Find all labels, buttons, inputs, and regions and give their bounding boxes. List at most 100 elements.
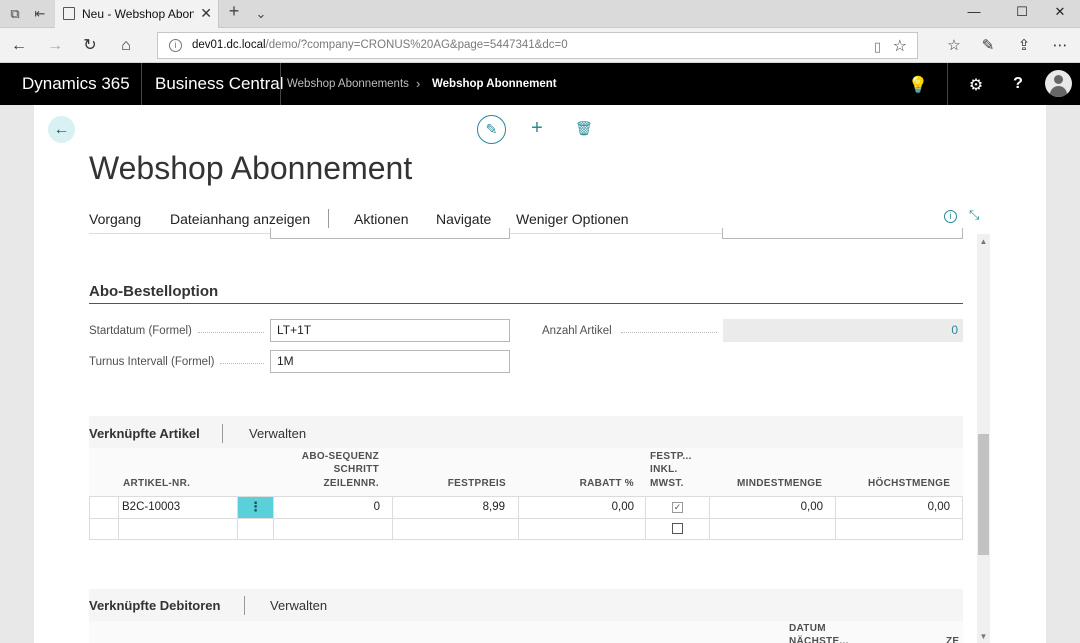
checkbox-inkl-mwst-empty[interactable] xyxy=(672,523,683,534)
header-divider xyxy=(280,63,281,105)
new-tab-icon[interactable]: + xyxy=(226,2,242,20)
cell-zeilennr[interactable]: 0 xyxy=(300,501,380,513)
cutoff-field[interactable] xyxy=(270,228,510,239)
browser-back-icon[interactable]: ← xyxy=(9,36,29,56)
col-hoechstmenge[interactable]: HÖCHSTMENGE xyxy=(868,477,950,490)
checkbox-inkl-mwst-checked[interactable]: ✓ xyxy=(672,502,683,513)
col-festpreis[interactable]: FESTPREIS xyxy=(430,477,506,490)
home-icon[interactable]: ⌂ xyxy=(116,36,136,56)
browser-address-row: ← → ↻ ⌂ i dev01.dc.local/demo/?company=C… xyxy=(0,28,1080,63)
help-icon[interactable]: ? xyxy=(1008,75,1028,93)
set-aside-tabs-icon[interactable]: ⇤ xyxy=(32,6,48,22)
favorites-hub-icon[interactable]: ☆ xyxy=(944,36,964,54)
debitoren-verwalten[interactable]: Verwalten xyxy=(270,598,327,613)
grid-vline xyxy=(645,496,646,540)
grid-vline xyxy=(518,496,519,540)
plus-icon[interactable]: + xyxy=(528,117,546,140)
section-title[interactable]: Abo-Bestelloption xyxy=(89,283,218,300)
minimize-icon[interactable]: — xyxy=(964,4,984,19)
collapse-icon[interactable]: ⤡ xyxy=(969,207,979,223)
settings-gear-icon[interactable]: ⚙ xyxy=(966,75,986,95)
anzahl-artikel-value[interactable]: 0 xyxy=(723,319,963,342)
cell-artikel-nr[interactable]: B2C-10003 xyxy=(122,501,180,513)
field-leader xyxy=(621,332,717,333)
trash-icon[interactable]: 🗑 xyxy=(575,120,593,137)
part-divider xyxy=(244,596,245,615)
cell-mindestmenge[interactable]: 0,00 xyxy=(740,501,823,513)
action-aktionen[interactable]: Aktionen xyxy=(354,211,408,227)
action-divider xyxy=(328,209,329,228)
module-name[interactable]: Business Central xyxy=(155,74,284,94)
action-navigate[interactable]: Navigate xyxy=(436,211,491,227)
artikel-part-header xyxy=(89,416,963,448)
action-weniger-optionen[interactable]: Weniger Optionen xyxy=(516,211,629,227)
row-menu-icon[interactable]: ⋮ xyxy=(238,497,273,518)
header-divider xyxy=(947,63,948,105)
col-festpreis-inkl-3: MWST. xyxy=(650,478,684,489)
col-artikel-nr[interactable]: ARTIKEL-NR. xyxy=(123,477,190,490)
col-datum[interactable]: DATUM xyxy=(789,622,826,635)
close-window-icon[interactable]: ✕ xyxy=(1050,4,1070,20)
breadcrumb-parent[interactable]: Webshop Abonnements xyxy=(287,78,409,90)
more-icon[interactable]: ⋯ xyxy=(1050,36,1070,54)
grid-vline xyxy=(273,496,274,540)
scroll-up-icon[interactable]: ▲ xyxy=(979,237,988,246)
browser-forward-icon[interactable]: → xyxy=(45,36,65,56)
scrollbar-thumb[interactable] xyxy=(978,434,989,555)
artikel-part-title[interactable]: Verknüpfte Artikel xyxy=(89,426,200,441)
tab-list-chevron-icon[interactable]: ⌄ xyxy=(253,6,269,22)
breadcrumb-chevron-icon: › xyxy=(416,76,421,91)
col-abo-sequenz[interactable]: ABO-SEQUENZ xyxy=(300,450,379,463)
action-vorgang[interactable]: Vorgang xyxy=(89,211,141,227)
startdatum-label: Startdatum (Formel) xyxy=(89,325,192,337)
col-datum-2: NÄCHSTE... xyxy=(789,636,849,643)
field-leader xyxy=(220,363,264,364)
cell-hoechstmenge[interactable]: 0,00 xyxy=(860,501,950,513)
browser-tab-bar: ⧉ ⇤ Neu - Webshop Abonne ✕ + ⌄ — ☐ ✕ xyxy=(0,0,1080,28)
cell-festpreis[interactable]: 8,99 xyxy=(420,501,505,513)
product-name[interactable]: Dynamics 365 xyxy=(22,74,130,94)
address-bar[interactable]: i dev01.dc.local/demo/?company=CRONUS%20… xyxy=(157,32,918,59)
grid-vline xyxy=(835,496,836,540)
pencil-icon[interactable]: ✎ xyxy=(477,115,506,144)
notes-pen-icon[interactable]: ✎ xyxy=(978,36,998,54)
site-info-icon[interactable]: i xyxy=(169,39,182,52)
col-festpreis-inkl[interactable]: FESTP... xyxy=(650,450,692,463)
user-avatar[interactable] xyxy=(1045,70,1072,97)
grid-line xyxy=(89,539,963,540)
turnus-field[interactable]: 1M xyxy=(270,350,510,373)
info-icon[interactable]: i xyxy=(944,210,957,223)
artikel-verwalten[interactable]: Verwalten xyxy=(249,426,306,441)
col-mindestmenge[interactable]: MINDESTMENGE xyxy=(737,477,822,490)
col-ze[interactable]: ZE xyxy=(946,635,959,643)
grid-vline xyxy=(118,496,119,540)
col-festpreis-inkl-2: INKL. xyxy=(650,464,678,475)
reading-view-icon[interactable]: ▯ xyxy=(874,39,881,55)
startdatum-field[interactable]: LT+1T xyxy=(270,319,510,342)
scroll-down-icon[interactable]: ▼ xyxy=(979,632,988,641)
cell-rabatt[interactable]: 0,00 xyxy=(550,501,634,513)
avatar-head xyxy=(1054,75,1063,84)
favorite-star-icon[interactable]: ☆ xyxy=(893,36,907,56)
lightbulb-icon[interactable]: 💡 xyxy=(908,75,928,95)
tab-manager-icon[interactable]: ⧉ xyxy=(7,6,23,22)
action-dateianhang[interactable]: Dateianhang anzeigen xyxy=(170,211,310,227)
grid-line xyxy=(89,518,963,519)
share-icon[interactable]: ⇪ xyxy=(1014,36,1034,54)
grid-vline xyxy=(962,496,963,540)
refresh-icon[interactable]: ↻ xyxy=(80,36,100,56)
debitoren-part-title[interactable]: Verknüpfte Debitoren xyxy=(89,598,220,613)
col-rabatt[interactable]: RABATT % xyxy=(560,477,634,490)
maximize-icon[interactable]: ☐ xyxy=(1012,4,1032,20)
close-tab-icon[interactable]: ✕ xyxy=(200,5,212,22)
anzahl-artikel-label: Anzahl Artikel xyxy=(542,325,612,337)
cutoff-field[interactable] xyxy=(722,228,963,239)
back-arrow-icon[interactable]: ← xyxy=(48,116,75,143)
grid-line xyxy=(89,496,963,497)
field-leader xyxy=(198,332,264,333)
url-text: dev01.dc.local/demo/?company=CRONUS%20AG… xyxy=(192,39,568,51)
section-underline xyxy=(89,303,963,304)
browser-tab[interactable]: Neu - Webshop Abonne ✕ xyxy=(55,0,219,28)
grid-vline xyxy=(89,496,90,540)
header-divider xyxy=(141,63,142,105)
